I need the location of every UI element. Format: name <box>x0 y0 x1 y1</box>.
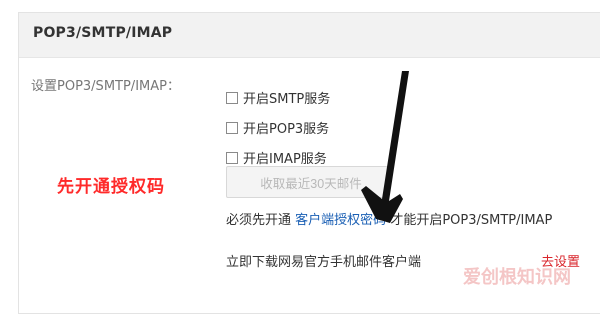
pointing-arrow-icon <box>361 71 409 223</box>
watermark-text: 爱创根知识网 <box>463 267 571 288</box>
